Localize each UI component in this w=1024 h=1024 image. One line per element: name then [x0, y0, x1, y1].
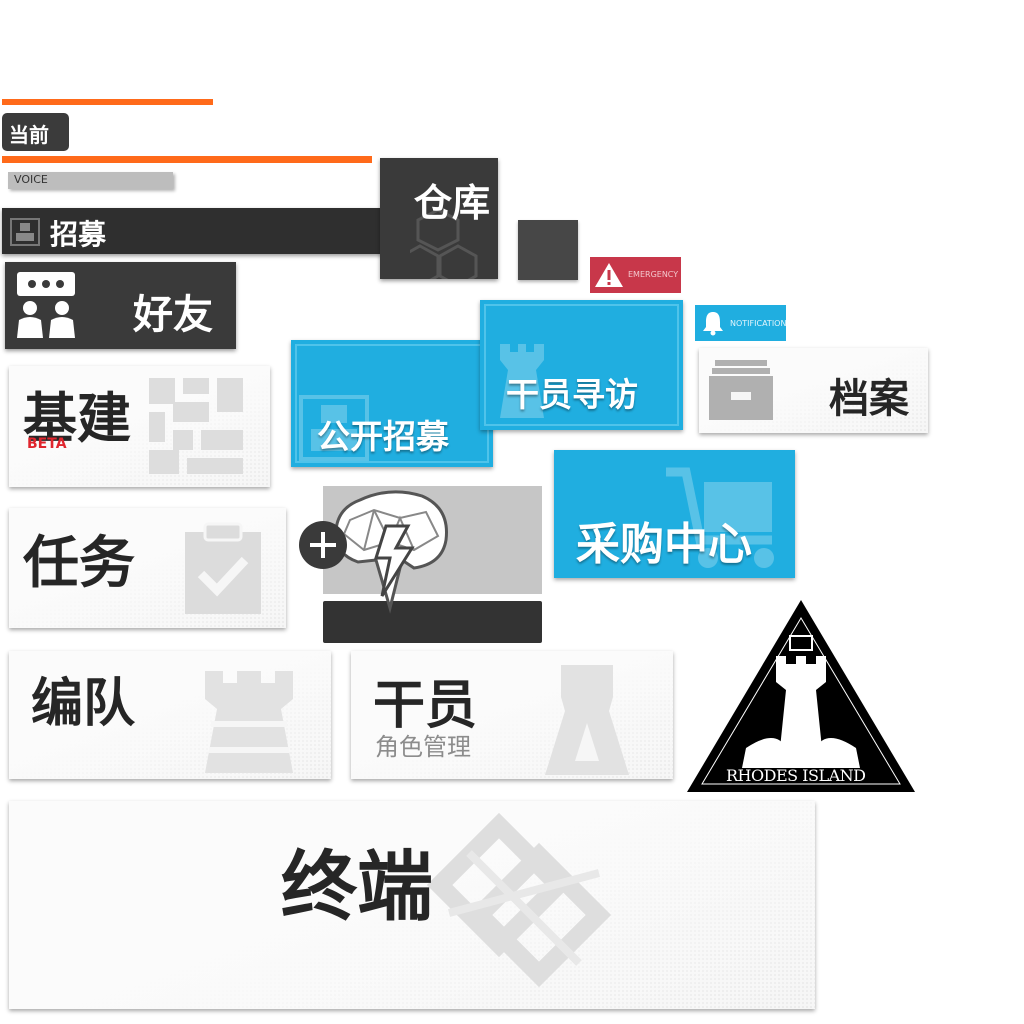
headhunt-button[interactable]: 干员寻访: [480, 300, 683, 430]
rook-icon: [191, 663, 307, 775]
rhodes-island-logo[interactable]: RHODES ISLAND: [686, 598, 916, 794]
base-icon: [149, 378, 245, 478]
orange-bar-bottom: [2, 156, 372, 163]
orange-bar-top: [2, 99, 213, 105]
depot-label: 仓库: [414, 180, 491, 225]
terminal-emblem-icon: [409, 813, 629, 993]
archive-box-icon: [709, 358, 773, 420]
current-badge: 当前: [2, 113, 69, 151]
warning-icon: [594, 262, 624, 288]
headhunt-label: 干员寻访: [506, 375, 638, 414]
friends-label: 好友: [133, 291, 213, 338]
emergency-label: EMERGENCY: [628, 270, 679, 279]
operators-sublabel: 角色管理: [375, 733, 471, 761]
recruit-icon: [10, 218, 40, 246]
notification-badge[interactable]: NOTIFICATION: [695, 305, 786, 341]
voice-tag[interactable]: VOICE: [8, 172, 173, 189]
public-recruit-label: 公开招募: [317, 417, 449, 456]
recruit-button[interactable]: 招募: [2, 208, 385, 254]
store-label: 采购中心: [576, 519, 752, 570]
beta-badge: BETA: [27, 436, 67, 452]
emergency-badge[interactable]: EMERGENCY: [590, 257, 681, 293]
plus-icon: [299, 521, 347, 569]
plus-button[interactable]: [299, 521, 347, 569]
archives-button[interactable]: 档案: [699, 348, 928, 433]
gray-square: [518, 220, 578, 280]
notification-label: NOTIFICATION: [730, 319, 787, 328]
operator-rook-icon: [539, 661, 635, 777]
terminal-label: 终端: [281, 842, 433, 931]
brain-lightning-icon: [330, 490, 454, 620]
operators-button[interactable]: 干员 角色管理: [351, 651, 673, 779]
depot-button[interactable]: 仓库: [380, 158, 498, 279]
missions-label: 任务: [23, 530, 135, 596]
public-recruit-button[interactable]: 公开招募: [291, 340, 493, 467]
terminal-button[interactable]: 终端: [9, 801, 815, 1009]
archives-label: 档案: [829, 375, 909, 422]
squads-button[interactable]: 编队: [9, 651, 331, 779]
infrastructure-button[interactable]: 基建 BETA: [9, 366, 270, 487]
logo-text: RHODES ISLAND: [726, 766, 866, 785]
voice-label: VOICE: [14, 173, 48, 186]
recruit-label: 招募: [50, 218, 107, 251]
friends-button[interactable]: 好友: [5, 262, 236, 349]
bell-icon: [701, 310, 725, 336]
missions-button[interactable]: 任务: [9, 508, 286, 628]
store-button[interactable]: 采购中心: [554, 450, 795, 578]
current-label: 当前: [9, 123, 49, 147]
squads-label: 编队: [31, 673, 136, 734]
clipboard-check-icon: [183, 522, 263, 616]
friends-icon: [15, 270, 81, 340]
